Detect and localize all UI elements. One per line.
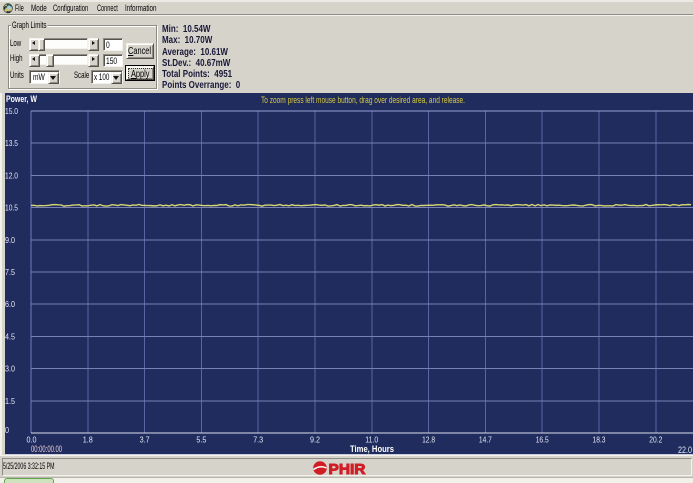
svg-text:9.2: 9.2 <box>310 435 320 445</box>
svg-text:20.2: 20.2 <box>649 435 662 445</box>
svg-text:3.0: 3.0 <box>5 364 15 374</box>
svg-text:0: 0 <box>5 425 9 435</box>
svg-text:0.0: 0.0 <box>27 435 37 445</box>
svg-text:12.0: 12.0 <box>5 170 18 180</box>
svg-text:6.0: 6.0 <box>5 299 15 309</box>
svg-text:00:00:00.00: 00:00:00.00 <box>31 444 62 454</box>
svg-text:To zoom press left mouse butto: To zoom press left mouse button, drag ov… <box>261 95 465 105</box>
svg-text:5.5: 5.5 <box>196 435 206 445</box>
svg-text:15.0: 15.0 <box>5 106 18 116</box>
svg-text:Power, W: Power, W <box>6 94 37 104</box>
svg-text:1.8: 1.8 <box>83 435 93 445</box>
svg-text:13.5: 13.5 <box>5 138 18 148</box>
svg-text:1.5: 1.5 <box>5 396 15 406</box>
svg-text:PHIR: PHIR <box>329 461 366 475</box>
svg-text:7.5: 7.5 <box>5 267 15 277</box>
svg-text:3.7: 3.7 <box>140 435 150 445</box>
svg-text:22.0: 22.0 <box>678 445 692 455</box>
svg-text:7.3: 7.3 <box>253 435 263 445</box>
svg-text:12.8: 12.8 <box>422 435 435 445</box>
svg-text:18.3: 18.3 <box>593 435 606 445</box>
svg-text:11.0: 11.0 <box>365 435 378 445</box>
svg-text:10.5: 10.5 <box>5 203 18 213</box>
svg-text:16.5: 16.5 <box>536 435 549 445</box>
svg-text:4.5: 4.5 <box>5 331 15 341</box>
svg-text:Time, Hours: Time, Hours <box>350 444 394 455</box>
svg-text:14.7: 14.7 <box>479 435 492 445</box>
svg-text:9.0: 9.0 <box>5 235 15 245</box>
